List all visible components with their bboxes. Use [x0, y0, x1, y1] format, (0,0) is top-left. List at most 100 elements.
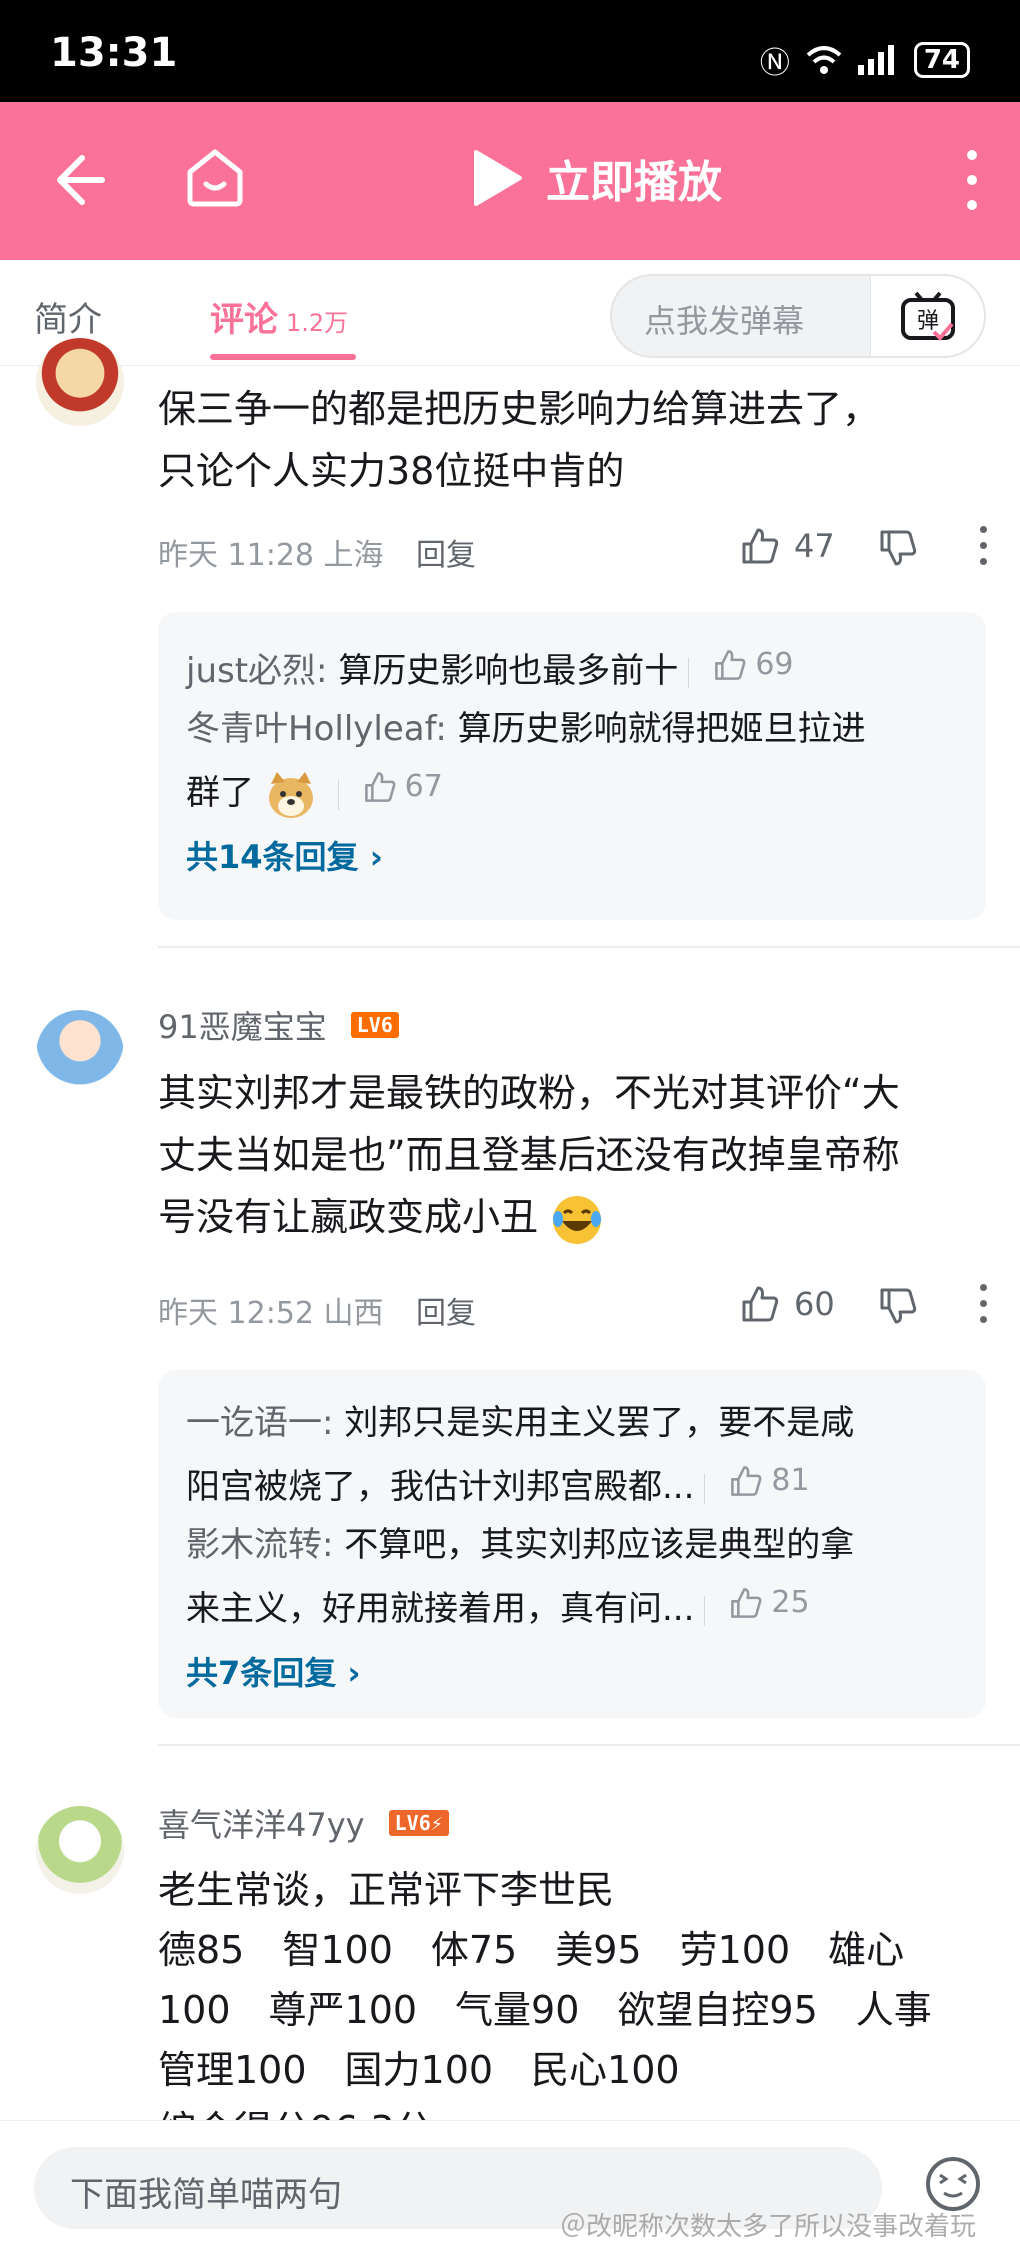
tab-comments-label: 评论 — [210, 300, 278, 340]
svg-text:弹: 弹 — [916, 309, 938, 334]
emoji-icon[interactable] — [924, 2155, 982, 2213]
more-menu-icon[interactable] — [966, 150, 978, 210]
comment-content: 保三争一的都是把历史影响力给算进去了， 只论个人实力38位挺中肯的 — [158, 378, 988, 502]
comment-line: 号没有让嬴政变成小丑 — [158, 1195, 539, 1239]
comment-more-icon[interactable] — [978, 1284, 988, 1332]
comment-meta: 昨天 12:52 山西 回复 60 — [158, 1284, 988, 1332]
reply-preview[interactable]: just必烈: 算历史影响也最多前十 69 冬青叶Hollyleaf: 算历史影响… — [158, 612, 986, 920]
reply-user[interactable]: 影木流转 — [186, 1525, 322, 1565]
thumbs-down-icon[interactable] — [878, 528, 918, 568]
comment-line: 丈夫当如是也”而且登基后还没有改掉皇帝称 — [158, 1133, 900, 1177]
status-time: 13:31 — [50, 30, 178, 76]
like-count: 47 — [794, 527, 835, 565]
reply-text: 来主义，好用就接着用，真有问... — [186, 1589, 695, 1629]
reply-item[interactable]: 影木流转: 不算吧，其实刘邦应该是典型的拿 来主义，好用就接着用，真有问... 2… — [186, 1516, 958, 1638]
reply-like[interactable]: 67 — [363, 758, 443, 816]
username[interactable]: 喜气洋洋47yy — [158, 1800, 365, 1846]
reply-like-count: 81 — [771, 1463, 810, 1498]
reply-text: 算历史影响就得把姬旦拉进 — [457, 709, 866, 749]
comment-line: 管理100 国力100 民心100 — [158, 2048, 680, 2092]
comment-time: 昨天 11:28 上海 — [158, 538, 384, 573]
laughing-tears-emoji-icon — [553, 1195, 602, 1244]
reply-text: 算历史影响也最多前十 — [338, 651, 679, 691]
comment-count: 1.2万 — [286, 309, 349, 337]
thumbs-up-icon — [742, 528, 779, 564]
reply-text: 不算吧，其实刘邦应该是典型的拿 — [344, 1525, 855, 1565]
thumbs-up-icon — [731, 1588, 762, 1618]
like-button[interactable]: 60 — [740, 1284, 835, 1324]
level-badge: LV6⚡ — [388, 1810, 449, 1836]
tab-bar: 简介 评论 1.2万 点我发弹幕 弹 — [0, 260, 1020, 366]
reply-like-count: 25 — [771, 1585, 810, 1620]
reply-user[interactable]: 一讫语一 — [186, 1403, 322, 1443]
wifi-icon — [806, 46, 842, 74]
comment-divider — [158, 1744, 1020, 1746]
chevron-right-icon: › — [347, 1654, 361, 1692]
comment-content: 其实刘邦才是最铁的政粉，不光对其评价“大 丈夫当如是也”而且登基后还没有改掉皇帝… — [158, 1062, 988, 1248]
comment-line: 只论个人实力38位挺中肯的 — [158, 449, 625, 493]
reply-like[interactable]: 81 — [729, 1452, 810, 1510]
danmaku-tv-icon: 弹 — [900, 291, 955, 341]
comment-header: 喜气洋洋47yy LV6⚡ — [158, 1800, 449, 1846]
like-count: 60 — [794, 1285, 835, 1323]
home-icon[interactable] — [184, 146, 246, 208]
reply-button[interactable]: 回复 — [416, 1288, 476, 1332]
comment-line: 德85 智100 体75 美95 劳100 雄心 — [158, 1928, 905, 1972]
play-now-button[interactable]: 立即播放 — [470, 146, 722, 210]
danmaku-placeholder: 点我发弹幕 — [644, 302, 805, 340]
reply-preview[interactable]: 一讫语一: 刘邦只是实用主义罢了，要不是咸 阳宫被烧了，我估计刘邦宫殿都... 8… — [158, 1370, 986, 1718]
reply-item[interactable]: just必烈: 算历史影响也最多前十 69 — [186, 636, 958, 700]
reply-user[interactable]: 冬青叶Hollyleaf — [186, 709, 435, 749]
tab-intro[interactable]: 简介 — [34, 292, 102, 341]
reply-item[interactable]: 冬青叶Hollyleaf: 算历史影响就得把姬旦拉进 群了 67 — [186, 700, 958, 822]
danmaku-toggle-button[interactable]: 弹 — [870, 276, 984, 356]
reply-text: 群了 — [186, 773, 254, 813]
avatar[interactable] — [36, 1806, 124, 1894]
thumbs-down-icon[interactable] — [878, 1286, 918, 1326]
reply-like-count: 69 — [755, 647, 794, 682]
doge-emoji-icon — [268, 771, 313, 818]
reply-like[interactable]: 69 — [713, 636, 794, 694]
view-more-replies-link[interactable]: 共14条回复 › — [186, 828, 958, 886]
level-badge: LV6 — [350, 1012, 399, 1038]
more-replies-label: 共7条回复 — [186, 1654, 337, 1692]
avatar[interactable] — [36, 1010, 124, 1098]
reply-text: 阳宫被烧了，我估计刘邦宫殿都... — [186, 1467, 695, 1507]
comment-time: 昨天 12:52 山西 — [158, 1296, 384, 1331]
thumbs-up-icon — [731, 1466, 762, 1496]
comment-line: 老生常谈，正常评下李世民 — [158, 1868, 615, 1912]
comment-line: 保三争一的都是把历史影响力给算进去了， — [158, 387, 881, 431]
comment-meta: 昨天 11:28 上海 回复 47 — [158, 526, 988, 574]
thumbs-up-icon — [364, 772, 396, 802]
reply-like[interactable]: 25 — [729, 1574, 810, 1632]
battery-icon: 74 — [913, 42, 970, 78]
comment-more-icon[interactable] — [978, 526, 988, 574]
comment-divider — [158, 946, 1020, 948]
comment-line: 其实刘邦才是最铁的政粉，不光对其评价“大 — [158, 1071, 900, 1115]
signal-icon — [857, 45, 894, 75]
reply-user[interactable]: just必烈 — [186, 651, 316, 691]
play-icon — [474, 150, 522, 206]
reply-button[interactable]: 回复 — [416, 530, 476, 574]
video-header: 立即播放 — [0, 102, 1020, 260]
status-bar: 13:31 Ⓝ 74 — [0, 0, 1020, 102]
more-replies-label: 共14条回复 — [186, 838, 359, 876]
username[interactable]: 91恶魔宝宝 — [158, 1002, 327, 1048]
reply-item[interactable]: 一讫语一: 刘邦只是实用主义罢了，要不是咸 阳宫被烧了，我估计刘邦宫殿都... 8… — [186, 1394, 958, 1516]
like-button[interactable]: 47 — [740, 526, 835, 566]
comment-header: 91恶魔宝宝 LV6 — [158, 1002, 399, 1048]
thumbs-up-icon — [715, 650, 746, 680]
nfc-icon: Ⓝ — [759, 46, 790, 81]
chevron-right-icon: › — [369, 838, 383, 876]
status-icons: Ⓝ 74 — [760, 38, 970, 82]
view-more-replies-link[interactable]: 共7条回复 › — [186, 1644, 958, 1702]
comment-content: 老生常谈，正常评下李世民 德85 智100 体75 美95 劳100 雄心 10… — [158, 1860, 988, 2140]
danmaku-input[interactable]: 点我发弹幕 弹 — [610, 274, 986, 358]
watermark: ＠改昵称次数太多了所以没事改着玩 — [560, 2212, 977, 2242]
back-arrow-icon[interactable] — [52, 150, 108, 210]
thumbs-up-icon — [742, 1286, 779, 1322]
reply-like-count: 67 — [404, 769, 443, 804]
avatar[interactable] — [36, 338, 124, 426]
tab-comments[interactable]: 评论 1.2万 — [210, 292, 348, 341]
play-now-label: 立即播放 — [546, 157, 722, 208]
